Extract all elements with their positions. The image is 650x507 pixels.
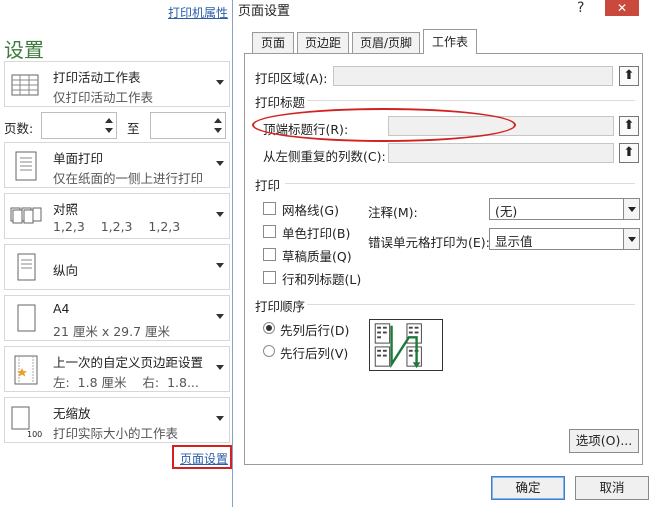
tab-sheet[interactable]: 工作表 [423, 29, 477, 54]
chevron-down-icon [216, 416, 224, 421]
page-setup-dialog: 页面设置 ? ✕ 页面 页边距 页眉/页脚 工作表 打印区域(A): ⬆ 打印标… [232, 0, 650, 507]
orientation-dropdown[interactable]: 纵向 [4, 244, 230, 290]
tab-header-footer[interactable]: 页眉/页脚 [352, 32, 420, 54]
black-and-white-label[interactable]: 单色打印(B) [282, 223, 350, 242]
black-and-white-checkbox[interactable] [263, 225, 276, 238]
sides-dropdown[interactable]: 单面打印 仅在纸面的一侧上进行打印 [4, 142, 230, 188]
print-what-label: 打印活动工作表 [53, 70, 141, 85]
margins-icon [14, 355, 38, 385]
portrait-icon [17, 253, 36, 281]
page-order-preview-icon [369, 319, 443, 371]
spin-down-icon[interactable] [214, 128, 222, 133]
sides-label: 单面打印 [53, 151, 104, 166]
scaling-desc: 打印实际大小的工作表 [53, 426, 179, 441]
chevron-down-icon[interactable] [623, 229, 639, 249]
cell-errors-value: 显示值 [495, 234, 533, 249]
chevron-down-icon [216, 80, 224, 85]
row-col-headings-label[interactable]: 行和列标题(L) [282, 269, 361, 288]
help-button[interactable]: ? [577, 0, 584, 16]
paper-icon [17, 304, 36, 332]
collate-dropdown[interactable]: 对照 1,2,3 1,2,3 1,2,3 [4, 193, 230, 239]
sheets-icon [11, 74, 39, 96]
margins-dropdown[interactable]: 上一次的自定义页边距设置 左: 1.8 厘米 右: 1.8... [4, 346, 230, 392]
gridlines-checkbox[interactable] [263, 202, 276, 215]
collapse-dialog-icon[interactable]: ⬆ [619, 116, 639, 136]
left-cols-input[interactable] [388, 143, 614, 163]
draft-quality-label[interactable]: 草稿质量(Q) [282, 246, 352, 265]
scale-100-icon: 100 [11, 406, 42, 438]
scale-icon-text: 100 [27, 430, 42, 438]
paper-size-desc: 21 厘米 x 29.7 厘米 [53, 324, 171, 339]
cell-errors-select[interactable]: 显示值 [489, 228, 640, 250]
collapse-dialog-icon[interactable]: ⬆ [619, 66, 639, 86]
printer-properties-link[interactable]: 打印机属性 [168, 4, 228, 21]
dialog-titlebar: 页面设置 ? ✕ [233, 0, 650, 22]
single-sided-icon [15, 151, 37, 181]
options-button[interactable]: 选项(O)... [569, 429, 639, 453]
group-divider [307, 304, 635, 305]
comments-value: (无) [495, 204, 518, 219]
print-what-desc: 仅打印活动工作表 [53, 90, 154, 105]
row-col-headings-checkbox[interactable] [263, 271, 276, 284]
down-then-over-label[interactable]: 先列后行(D) [280, 320, 349, 339]
spin-up-icon[interactable] [105, 118, 113, 123]
paper-size-label: A4 [53, 301, 70, 316]
collate-desc: 1,2,3 1,2,3 1,2,3 [53, 219, 181, 234]
margins-desc: 左: 1.8 厘米 右: 1.8... [53, 375, 199, 390]
draft-quality-checkbox[interactable] [263, 248, 276, 261]
settings-title: 设置 [4, 38, 44, 62]
sheet-tab-panel: 打印区域(A): ⬆ 打印标题 顶端标题行(R): ⬆ 从左侧重复的列数(C):… [244, 53, 643, 465]
scaling-label: 无缩放 [53, 406, 91, 421]
group-divider [285, 183, 635, 184]
close-button[interactable]: ✕ [605, 0, 639, 16]
print-what-dropdown[interactable]: 打印活动工作表 仅打印活动工作表 [4, 61, 230, 107]
cancel-button[interactable]: 取消 [575, 476, 649, 500]
pages-to-label: 至 [127, 121, 140, 136]
orientation-label: 纵向 [53, 263, 79, 278]
chevron-down-icon [216, 314, 224, 319]
print-area-label: 打印区域(A): [255, 71, 328, 86]
top-rows-input[interactable] [388, 116, 614, 136]
spin-up-icon[interactable] [214, 118, 222, 123]
gridlines-label[interactable]: 网格线(G) [282, 200, 339, 219]
print-group-label: 打印 [255, 178, 281, 193]
page-setup-link-box: 页面设置 [172, 445, 232, 469]
chevron-down-icon [216, 365, 224, 370]
left-cols-label: 从左侧重复的列数(C): [263, 149, 386, 164]
pages-label: 页数: [4, 121, 34, 136]
top-rows-label: 顶端标题行(R): [263, 122, 349, 137]
tab-page[interactable]: 页面 [252, 32, 294, 54]
spin-down-icon[interactable] [105, 128, 113, 133]
group-divider [307, 100, 635, 101]
collate-label: 对照 [53, 202, 79, 217]
print-area-input[interactable] [333, 66, 613, 86]
dialog-title: 页面设置 [238, 4, 291, 19]
pages-to-spinner[interactable] [150, 112, 226, 139]
print-titles-group-label: 打印标题 [255, 95, 306, 110]
comments-label: 注释(M): [368, 205, 418, 220]
chevron-down-icon [216, 263, 224, 268]
over-then-down-radio[interactable] [263, 345, 275, 357]
comments-select[interactable]: (无) [489, 198, 640, 220]
collate-icon [10, 207, 42, 224]
over-then-down-label[interactable]: 先行后列(V) [280, 343, 348, 362]
cell-errors-label: 错误单元格打印为(E): [368, 235, 490, 250]
page-order-group-label: 打印顺序 [255, 299, 306, 314]
ok-button[interactable]: 确定 [491, 476, 565, 500]
sides-desc: 仅在纸面的一侧上进行打印 [53, 171, 204, 186]
scaling-dropdown[interactable]: 100 无缩放 打印实际大小的工作表 [4, 397, 230, 443]
margins-label: 上一次的自定义页边距设置 [53, 355, 204, 370]
print-settings-panel: 打印机属性 设置 打印活动工作表 仅打印活动工作表 页数: 至 单面打印 仅在纸… [0, 0, 232, 507]
chevron-down-icon[interactable] [623, 199, 639, 219]
collapse-dialog-icon[interactable]: ⬆ [619, 143, 639, 163]
chevron-down-icon [216, 161, 224, 166]
tab-margins[interactable]: 页边距 [297, 32, 349, 54]
page-setup-link[interactable]: 页面设置 [180, 452, 228, 466]
down-then-over-radio[interactable] [263, 322, 275, 334]
chevron-down-icon [216, 212, 224, 217]
pages-from-spinner[interactable] [41, 112, 117, 139]
paper-size-dropdown[interactable]: A4 21 厘米 x 29.7 厘米 [4, 295, 230, 341]
